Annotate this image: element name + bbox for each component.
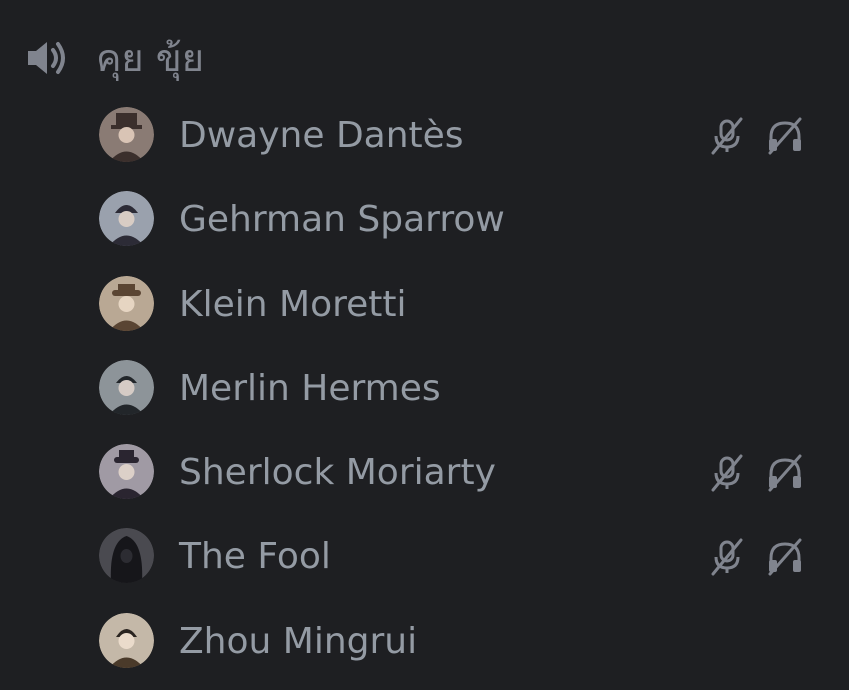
avatar (99, 359, 154, 415)
voice-user-name: Merlin Hermes (179, 367, 441, 409)
avatar (99, 528, 154, 584)
channel-name: คุย ขุ้ย (96, 36, 205, 80)
voice-user[interactable]: Zhou Mingrui (0, 600, 849, 684)
speaker-icon (28, 42, 65, 74)
avatar (99, 275, 154, 331)
voice-channel[interactable]: คุย ขุ้ย (0, 26, 849, 90)
deafened-headphones-icon (768, 117, 802, 155)
deafened-headphones-icon (768, 538, 802, 576)
avatar (99, 107, 154, 162)
deafened-headphones-icon (768, 454, 802, 492)
muted-mic-icon (711, 538, 743, 576)
voice-user[interactable]: Dwayne Dantès (0, 94, 849, 178)
voice-user[interactable]: Gehrman Sparrow (0, 178, 849, 262)
voice-user[interactable]: Klein Moretti (0, 263, 849, 347)
muted-mic-icon (711, 117, 743, 155)
avatar (99, 444, 154, 500)
voice-channel-panel: คุย ขุ้ย Dwayne Dantès Gehrman Sparrow K… (0, 0, 849, 690)
voice-user[interactable]: The Fool (0, 515, 849, 599)
voice-user-name: Klein Moretti (179, 283, 407, 325)
avatar (99, 191, 154, 247)
voice-user-name: The Fool (179, 536, 331, 578)
voice-user-list: Dwayne Dantès Gehrman Sparrow Klein More… (0, 94, 849, 684)
muted-mic-icon (711, 454, 743, 492)
voice-user[interactable]: Merlin Hermes (0, 347, 849, 431)
voice-user-name: Zhou Mingrui (179, 620, 418, 662)
voice-user-name: Dwayne Dantès (179, 115, 464, 156)
avatar (99, 612, 154, 668)
voice-user-name: Gehrman Sparrow (179, 199, 505, 241)
voice-user[interactable]: Sherlock Moriarty (0, 431, 849, 515)
voice-user-name: Sherlock Moriarty (179, 452, 496, 494)
